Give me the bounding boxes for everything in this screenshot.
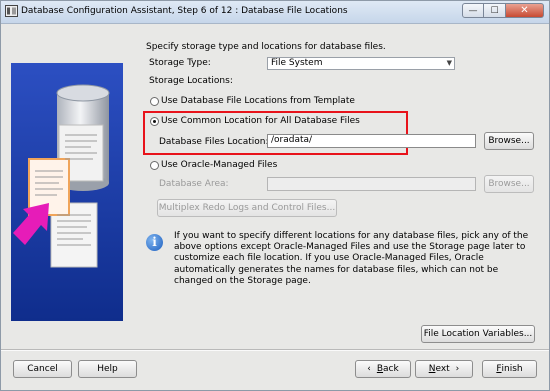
- option-common-label: Use Common Location for All Database Fil…: [161, 116, 360, 126]
- db-area-input[interactable]: [267, 177, 476, 191]
- maximize-button[interactable]: ☐: [484, 3, 506, 18]
- file-location-variables-button[interactable]: File Location Variables...: [421, 325, 535, 343]
- finish-button[interactable]: Finish: [482, 360, 537, 378]
- wizard-illustration: [11, 63, 123, 321]
- back-label: ack: [383, 364, 399, 374]
- next-arrow-icon: ›: [455, 364, 460, 374]
- radio-common-location[interactable]: [150, 117, 159, 126]
- option-template-label: Use Database File Locations from Templat…: [161, 96, 355, 106]
- dca-window: Database Configuration Assistant, Step 6…: [0, 0, 550, 391]
- help-button[interactable]: Help: [78, 360, 137, 378]
- storage-type-value: File System: [271, 58, 323, 68]
- finish-label: inish: [501, 364, 523, 374]
- oracle-dca-icon: [5, 5, 18, 17]
- radio-template-locations[interactable]: [150, 97, 159, 106]
- db-area-label: Database Area:: [159, 179, 229, 189]
- multiplex-button[interactable]: Multiplex Redo Logs and Control Files...: [157, 199, 337, 217]
- chevron-down-icon: ▼: [446, 59, 452, 67]
- back-button[interactable]: ‹ Back: [355, 360, 411, 378]
- radio-oracle-managed[interactable]: [150, 161, 159, 170]
- close-button[interactable]: ✕: [506, 3, 544, 18]
- back-arrow-icon: ‹: [367, 364, 371, 374]
- info-text: If you want to specify different locatio…: [174, 231, 529, 286]
- window-title: Database Configuration Assistant, Step 6…: [21, 6, 348, 16]
- info-icon: i: [146, 234, 163, 251]
- storage-type-select[interactable]: File System ▼: [267, 57, 455, 70]
- next-label: ext: [435, 364, 450, 374]
- next-button[interactable]: Next ›: [415, 360, 473, 378]
- title-bar: Database Configuration Assistant, Step 6…: [1, 1, 549, 24]
- option-omf-label: Use Oracle-Managed Files: [161, 160, 278, 170]
- minimize-button[interactable]: —: [462, 3, 484, 18]
- footer-separator: [1, 349, 549, 351]
- db-files-location-label: Database Files Location:: [159, 137, 269, 147]
- cancel-button[interactable]: Cancel: [13, 360, 72, 378]
- db-files-location-input[interactable]: /oradata/: [267, 134, 476, 148]
- storage-type-label: Storage Type:: [149, 58, 211, 68]
- intro-text: Specify storage type and locations for d…: [146, 42, 386, 52]
- storage-locations-label: Storage Locations:: [149, 76, 233, 86]
- window-controls: — ☐ ✕: [462, 3, 544, 18]
- browse-files-button[interactable]: Browse...: [484, 132, 534, 150]
- browse-area-button[interactable]: Browse...: [484, 175, 534, 193]
- next-mnemonic: N: [428, 364, 436, 374]
